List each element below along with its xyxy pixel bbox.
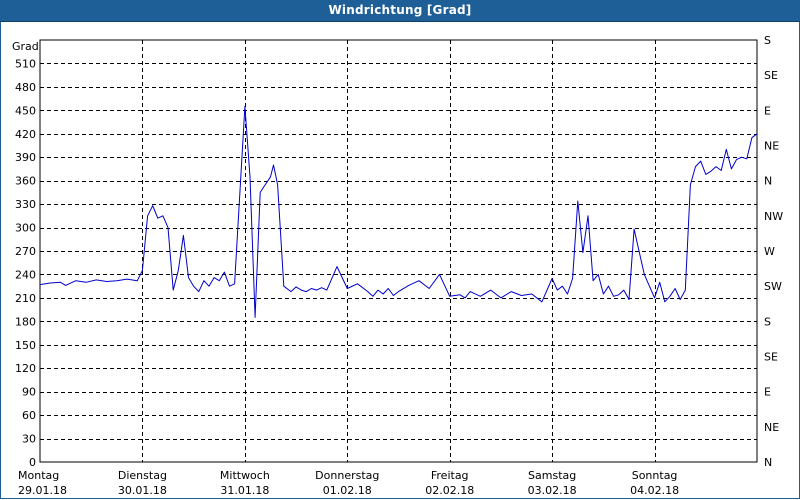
x-date-label: 30.01.18: [118, 484, 167, 497]
right-axis-compass-labels: N NE E SE S SW W NW N NE E SE S: [764, 34, 783, 469]
x-date-label: 04.02.18: [630, 484, 679, 497]
y-tick-label: 120: [15, 362, 36, 375]
y-tick-label: 150: [15, 339, 36, 352]
y-tick-label: 210: [15, 292, 36, 305]
right-axis-label: NE: [764, 140, 779, 153]
y-tick-label: 330: [15, 198, 36, 211]
x-date-label: 29.01.18: [18, 484, 67, 497]
y-tick-label: 0: [29, 456, 36, 469]
right-axis-label: S: [764, 34, 771, 47]
x-axis-day-labels: Montag 29.01.18 Dienstag 30.01.18 Mittwoch 31…: [18, 469, 679, 497]
y-tick-label: 360: [15, 175, 36, 188]
right-axis-label: S: [764, 315, 771, 328]
y-tick-label: 90: [22, 386, 36, 399]
right-axis-label: SE: [764, 351, 778, 364]
x-day-label: Freitag: [431, 469, 469, 482]
y-tick-label: 390: [15, 151, 36, 164]
y-tick-label: 450: [15, 104, 36, 117]
y-tick-label: 510: [15, 57, 36, 70]
right-axis-label: NW: [764, 210, 783, 223]
wind-direction-chart: 0 30 60 90 120 150 180 210 240 270 300 330 360 390 420…: [12, 34, 783, 497]
x-day-label: Montag: [18, 469, 59, 482]
y-axis-tick-labels: 0 30 60 90 120 150 180 210 240 270 300 330 360 390 420…: [15, 57, 36, 469]
right-axis-label: E: [764, 386, 771, 399]
y-tick-label: 300: [15, 222, 36, 235]
x-day-label: Dienstag: [118, 469, 167, 482]
x-day-label: Mittwoch: [220, 469, 270, 482]
x-day-label: Sonntag: [632, 469, 678, 482]
right-axis-label: E: [764, 104, 771, 117]
right-axis-label: SE: [764, 69, 778, 82]
right-axis-label: N: [764, 456, 772, 469]
right-axis-label: W: [764, 245, 775, 258]
right-axis-label: N: [764, 175, 772, 188]
right-axis-label: NE: [764, 421, 779, 434]
y-tick-label: 180: [15, 315, 36, 328]
y-tick-label: 480: [15, 81, 36, 94]
right-axis-label: SW: [764, 280, 782, 293]
x-date-label: 02.02.18: [425, 484, 474, 497]
y-tick-label: 270: [15, 245, 36, 258]
x-date-label: 31.01.18: [220, 484, 269, 497]
y-tick-label: 420: [15, 128, 36, 141]
y-tick-label: 60: [22, 409, 36, 422]
y-axis-label: Grad: [12, 40, 39, 53]
x-day-label: Samstag: [528, 469, 576, 482]
x-day-label: Donnerstag: [315, 469, 379, 482]
x-date-label: 03.02.18: [528, 484, 577, 497]
y-tick-label: 240: [15, 268, 36, 281]
y-tick-label: 30: [22, 433, 36, 446]
x-date-label: 01.02.18: [323, 484, 372, 497]
